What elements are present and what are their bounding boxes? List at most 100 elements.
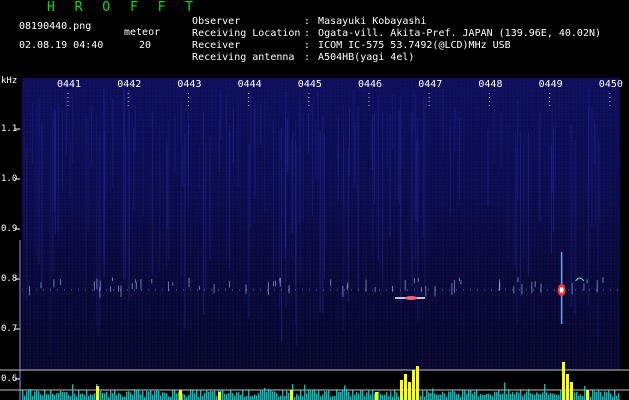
x-tick-label: 0448 [478,79,503,90]
weak-echo-tick [93,281,95,291]
noise-floor-spike [582,396,584,400]
weak-echo-tick [602,277,604,283]
weak-echo-tick [453,279,455,293]
weak-echo-tick [99,286,101,298]
noise-streak [454,107,456,153]
noise-floor-spike [36,389,38,400]
noise-floor-spike [126,391,128,400]
noise-floor-spike [426,389,428,400]
noise-floor-spike [88,395,90,400]
noise-streak [411,111,413,287]
weak-echo-tick [135,281,137,290]
noise-floor-spike [520,390,522,400]
noise-streak [553,128,555,233]
weak-echo-tick [460,280,462,285]
noise-streak [357,105,359,292]
noise-floor-spike [458,393,460,400]
datetime: 02.08.19 04:40 [19,40,104,51]
meteor-count: 20 [139,40,152,51]
noise-floor-spike [252,396,254,400]
noise-floor-spike [202,395,204,400]
noise-streak [342,104,344,207]
noise-floor-spike [448,391,450,400]
noise-floor-spike [392,396,394,400]
noise-floor-spike [28,389,30,400]
noise-streak [125,135,127,279]
weak-echo-tick [29,286,31,296]
noise-floor-spike [504,382,506,400]
noise-streak [294,121,296,324]
noise-floor-spike [270,389,272,400]
weak-echo-tick [188,277,190,288]
noise-floor-spike [262,390,264,400]
noise-streak [112,98,114,188]
noise-floor-spike [344,385,346,400]
y-tick-label: 0.7 [1,324,18,334]
weak-echo-tick [540,283,542,294]
noise-streak [41,121,43,289]
noise-floor-spike [26,391,28,400]
noise-floor-spike [530,393,532,400]
noise-streak [377,96,379,260]
metadata-sep: : [304,52,311,63]
noise-floor-spike [92,394,94,400]
noise-floor-spike [204,392,206,400]
noise-streak [597,135,599,344]
noise-floor-spike [342,389,344,400]
noise-streak [103,88,105,264]
noise-floor-spike [456,394,458,400]
noise-floor-spike [310,390,312,400]
noise-floor-spike [52,393,54,400]
noise-floor-spike [90,394,92,400]
weak-echo-tick [275,280,277,287]
weak-echo-tick [571,282,573,295]
noise-streak [337,144,339,201]
noise-floor-spike [188,394,190,400]
weak-echo-tick [96,278,98,290]
metadata-key: Receiving antenna [192,52,295,63]
meteor-power-bar [586,390,589,400]
meteor-power-bar [416,366,419,400]
noise-floor-spike [488,393,490,400]
noise-floor-spike [428,392,430,400]
x-tick-label: 0444 [237,79,262,90]
weak-echo-tick [245,284,247,294]
weak-echo-tick [498,279,500,291]
noise-floor-spike [232,393,234,400]
weak-echo-tick [451,283,453,295]
noise-streak [574,139,576,315]
noise-floor-spike [140,394,142,400]
noise-floor-spike [266,391,268,400]
noise-floor-spike [146,390,148,400]
x-tick-label: 0447 [418,79,443,90]
noise-floor-spike [432,388,434,400]
noise-floor-spike [64,392,66,400]
weak-echo-tick [120,285,122,297]
noise-floor-spike [470,389,472,400]
noise-floor-spike [494,391,496,400]
meteor-power-bar [412,370,415,400]
noise-streak [416,140,418,222]
noise-floor-spike [298,395,300,400]
noise-floor-spike [194,393,196,400]
noise-floor-spike [118,392,120,400]
noise-floor-spike [322,394,324,400]
noise-streak [593,118,595,166]
y-tick-label: 0.9 [1,224,18,234]
noise-floor-spike [314,389,316,400]
noise-floor-spike [366,392,368,400]
noise-streak [260,105,262,146]
noise-streak [398,110,400,205]
noise-floor-spike [558,394,560,400]
meteor-power-bar [218,392,221,400]
noise-floor-spike [540,394,542,400]
x-tick-label: 0450 [598,79,623,90]
noise-streak [551,108,553,194]
noise-floor-spike [386,392,388,400]
weak-echo-tick [342,286,344,297]
noise-streak [527,133,529,276]
noise-streak [394,93,396,206]
weak-echo-tick [40,282,42,289]
noise-floor-spike [268,389,270,400]
noise-streak [24,117,26,240]
